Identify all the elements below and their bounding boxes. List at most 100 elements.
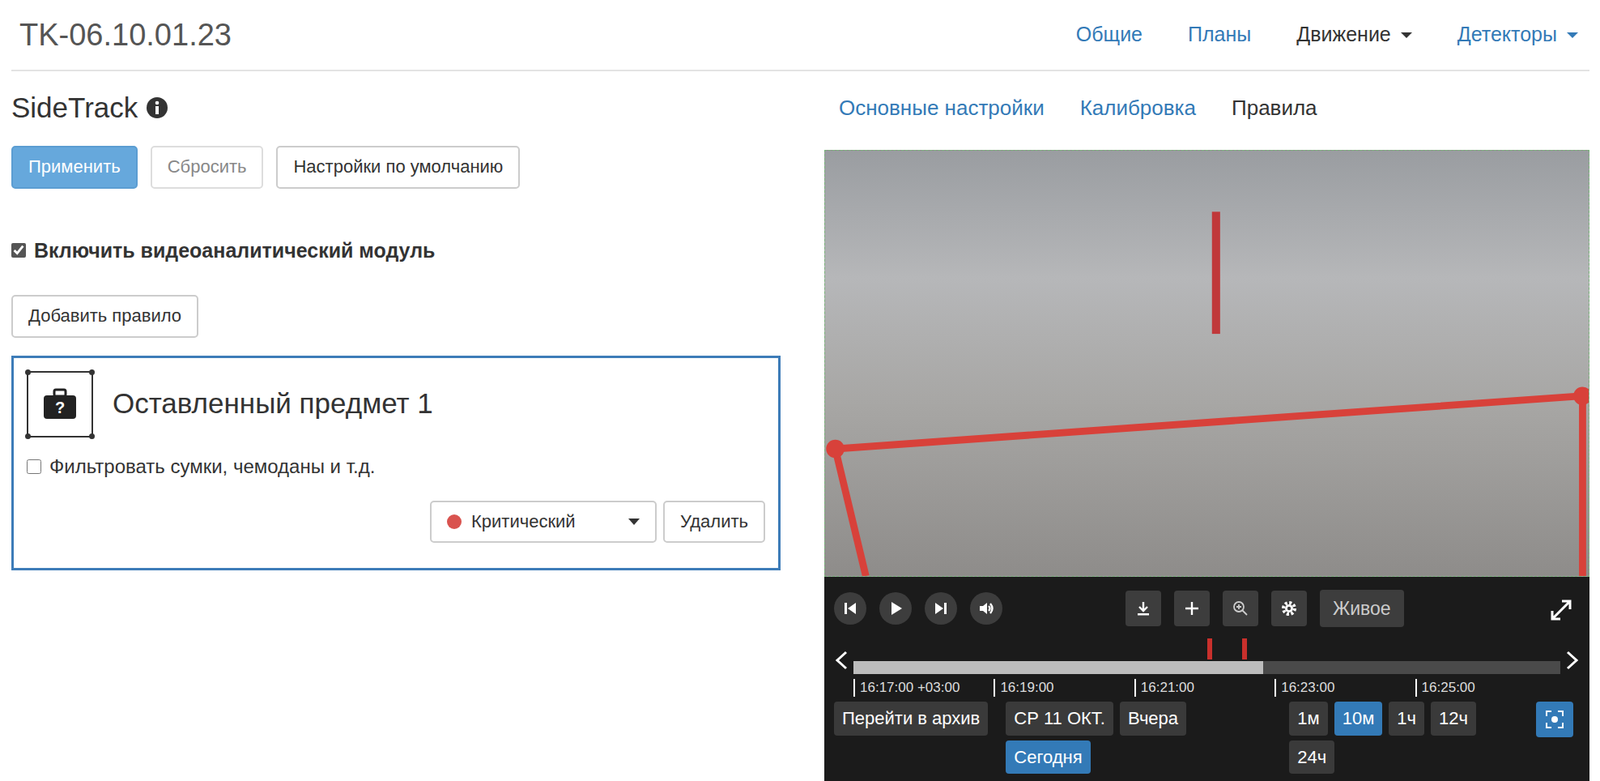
plus-button[interactable]: [1174, 590, 1210, 626]
fit-screen-icon: [1544, 709, 1565, 729]
play-button[interactable]: [879, 591, 912, 625]
suitcase-icon: ?: [42, 387, 78, 421]
zoom-button[interactable]: [1222, 590, 1259, 626]
add-rule-button[interactable]: Добавить правило: [11, 294, 199, 338]
next-icon: [932, 600, 949, 617]
gear-icon: [1280, 600, 1298, 617]
nav-item[interactable]: Детекторы: [1457, 19, 1579, 51]
plus-icon: [1183, 600, 1200, 617]
range-button[interactable]: 12ч: [1430, 701, 1477, 736]
fullscreen-icon: [1548, 597, 1574, 622]
enable-checkbox[interactable]: [11, 242, 26, 258]
day-buttons: СР 11 ОКТ.Вчера Сегодня: [1005, 701, 1209, 774]
timeline-forward[interactable]: [1565, 645, 1580, 673]
timeline-area: [853, 638, 1561, 679]
caret-icon: [1400, 32, 1413, 39]
event-marker[interactable]: [1242, 638, 1247, 660]
timeline: [834, 638, 1580, 679]
player-controls: Живое 16:17:00 +03:00 16:19:00 16:21:00 16:2…: [824, 576, 1590, 781]
range-button[interactable]: 1ч: [1388, 701, 1425, 736]
timeline-back[interactable]: [834, 645, 849, 673]
caret-icon: [1566, 32, 1579, 39]
handle-dot: [25, 433, 31, 439]
range-button[interactable]: 1м: [1289, 701, 1328, 736]
severity-dropdown[interactable]: Критический: [429, 500, 657, 544]
fit-button[interactable]: [1536, 701, 1574, 737]
handle-dot: [25, 369, 31, 375]
action-button[interactable]: Настройки по умолчанию: [276, 145, 520, 189]
filter-option[interactable]: Фильтровать сумки, чемоданы и т.д.: [26, 451, 766, 481]
previous-button[interactable]: [834, 591, 867, 625]
tick-label: 16:25:00: [1415, 678, 1476, 697]
event-marker[interactable]: [1207, 638, 1213, 660]
zone-overlay: [825, 150, 1589, 576]
tick-label: 16:17:00 +03:00: [853, 678, 960, 697]
archive-button[interactable]: Перейти в архив: [834, 701, 988, 736]
filter-checkbox[interactable]: [26, 459, 42, 474]
chevron-right-icon: [1565, 649, 1580, 671]
enable-module[interactable]: Включить видеоаналитический модуль: [11, 235, 781, 267]
nav-item[interactable]: Планы: [1187, 19, 1252, 51]
nav-label: Общие: [1076, 19, 1143, 51]
delete-button[interactable]: Удалить: [663, 500, 766, 544]
page-header: TK-06.10.01.23 Общие Планы Движение Детектор…: [11, 0, 1590, 72]
rule-card[interactable]: ? Оставленный предмет 1 Фильтровать сумки,…: [11, 355, 781, 571]
timeline-fill: [853, 660, 1264, 674]
rule-actions: КритическийУдалить: [26, 500, 766, 544]
volume-button[interactable]: [970, 591, 1003, 625]
nav-label: Планы: [1187, 19, 1252, 51]
camera-title: TK-06.10.01.23: [11, 12, 232, 59]
zoom-icon: [1232, 600, 1249, 617]
module-name: SideTrack: [11, 86, 138, 130]
gear-button[interactable]: [1271, 590, 1307, 626]
filter-label: Фильтровать сумки, чемоданы и т.д.: [49, 451, 375, 481]
next-button[interactable]: [924, 591, 958, 625]
rule-header: ? Оставленный предмет 1: [26, 370, 766, 438]
volume-icon: [978, 600, 995, 617]
handle-dot: [89, 433, 95, 439]
tab[interactable]: Основные настройки: [838, 92, 1045, 124]
range-button[interactable]: 24ч: [1289, 740, 1335, 775]
caret-icon: [628, 518, 640, 525]
tick-label: 16:21:00: [1134, 678, 1195, 697]
chevron-left-icon: [834, 649, 849, 671]
day-button[interactable]: СР 11 ОКТ.: [1005, 701, 1114, 736]
tick-label: 16:19:00: [993, 678, 1054, 697]
icon-text: ?: [55, 398, 65, 417]
nav-item[interactable]: Движение: [1296, 19, 1412, 51]
live-button[interactable]: Живое: [1319, 589, 1405, 628]
handle-dot: [89, 369, 95, 375]
settings-panel: SideTrack Применить Сбросить Настройки по у…: [11, 71, 781, 781]
rule-icon-frame: ?: [26, 370, 94, 438]
tick-label: 16:23:00: [1274, 678, 1335, 697]
period-bar: Перейти в архивСР 11 ОКТ.ВчераСегодня1м1…: [834, 701, 1580, 774]
enable-label: Включить видеоаналитический модуль: [34, 235, 435, 267]
play-icon: [887, 600, 904, 617]
player-toolbar: Живое: [834, 587, 1580, 629]
action-button[interactable]: Сбросить: [150, 145, 264, 189]
main-area: SideTrack Применить Сбросить Настройки по у…: [11, 71, 1590, 781]
download-button[interactable]: [1125, 590, 1162, 626]
previous-icon: [842, 600, 859, 617]
action-buttons: Применить Сбросить Настройки по умолчанию: [11, 145, 781, 189]
timeline-track[interactable]: [853, 660, 1561, 674]
info-icon: [145, 96, 169, 120]
tab[interactable]: Калибровка: [1080, 92, 1196, 124]
module-title: SideTrack: [11, 82, 781, 133]
range-buttons: 1м10м1ч12ч 24ч: [1289, 701, 1484, 774]
day-button[interactable]: Сегодня: [1005, 740, 1090, 775]
tab[interactable]: Правила: [1231, 92, 1318, 124]
apply-button[interactable]: Применить: [11, 145, 138, 189]
rule-title: Оставленный предмет 1: [112, 382, 434, 426]
top-nav: Общие Планы Движение Детекторы: [1076, 19, 1590, 51]
day-button[interactable]: Вчера: [1119, 701, 1187, 736]
nav-label: Детекторы: [1457, 19, 1558, 51]
severity-dot: [446, 514, 462, 529]
video-panel: Основные настройки Калибровка Правила Живое…: [824, 71, 1590, 781]
settings-tabs: Основные настройки Калибровка Правила: [824, 71, 1590, 150]
range-button[interactable]: 10м: [1334, 701, 1383, 736]
fullscreen-button[interactable]: [1548, 594, 1574, 622]
nav-item[interactable]: Общие: [1076, 19, 1143, 51]
timeline-ticks: 16:17:00 +03:00 16:19:00 16:21:00 16:23:00 1…: [853, 678, 1556, 697]
video-frame: [824, 149, 1590, 577]
